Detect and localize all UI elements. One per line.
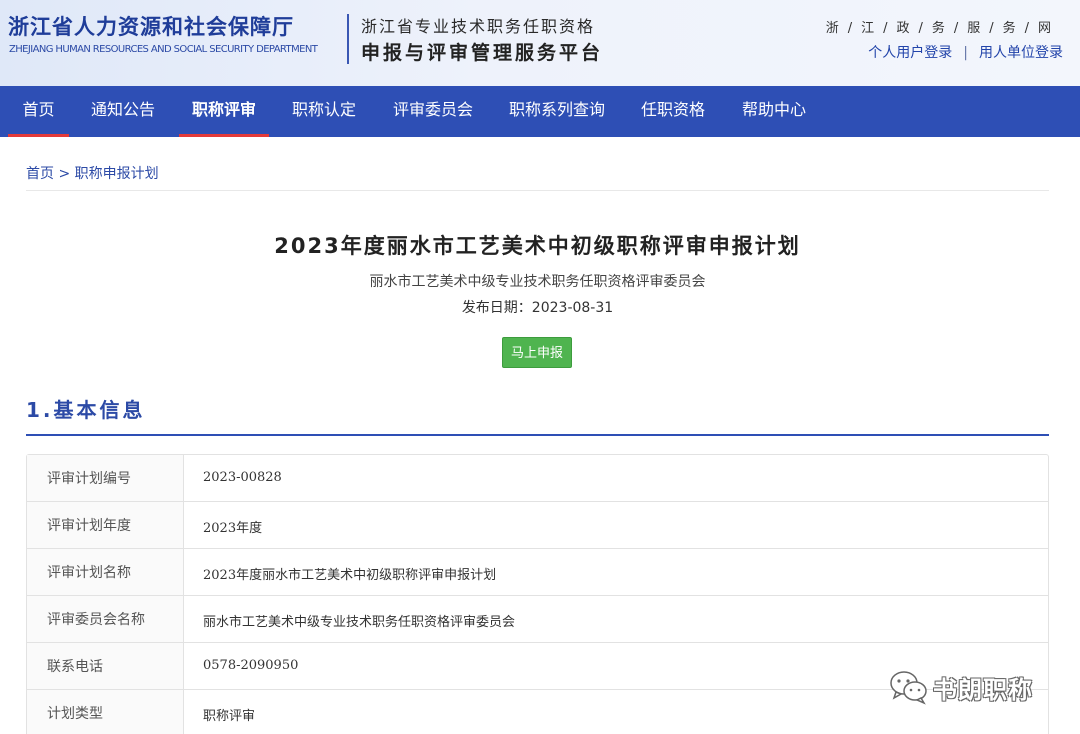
section-title-basic-info: 1.基本信息 xyxy=(26,398,146,422)
personal-login-link[interactable]: 个人用户登录 xyxy=(868,45,952,61)
apply-now-button[interactable]: 马上申报 xyxy=(502,337,572,368)
wechat-icon xyxy=(890,671,927,705)
row-label: 联系电话 xyxy=(27,643,184,689)
brand-subtitle-en: ZHEJIANG HUMAN RESOURCES AND SOCIAL SECU… xyxy=(9,44,318,55)
nav-item-notices[interactable]: 通知公告 xyxy=(84,86,162,137)
nav-item-title-recognition[interactable]: 职称认定 xyxy=(285,86,363,137)
platform-title: 申报与评审管理服务平台 xyxy=(361,42,604,64)
brand-title[interactable]: 浙江省人力资源和社会保障厅 xyxy=(8,11,294,41)
breadcrumb: 首页 > 职称申报计划 xyxy=(26,163,159,183)
row-value: 0578-2090950 xyxy=(203,658,299,673)
table-row: 评审计划名称 2023年度丽水市工艺美术中初级职称评审申报计划 xyxy=(27,549,1048,596)
page-title: 2023年度丽水市工艺美术中初级职称评审申报计划 xyxy=(274,234,801,258)
watermark-text: 书朗职称 xyxy=(933,675,1033,704)
breadcrumb-home-link[interactable]: 首页 xyxy=(26,166,54,182)
gov-service-link[interactable]: 浙/江/政/务/服/务/网 xyxy=(826,17,1060,36)
row-label: 评审计划年度 xyxy=(27,502,184,548)
row-value: 2023年度丽水市工艺美术中初级职称评审申报计划 xyxy=(203,568,497,583)
row-label: 评审计划名称 xyxy=(27,549,184,595)
nav-item-title-review[interactable]: 职称评审 xyxy=(179,86,269,137)
breadcrumb-separator: > xyxy=(54,166,75,182)
table-row: 评审计划编号 2023-00828 xyxy=(27,455,1048,502)
row-label: 评审计划编号 xyxy=(27,455,184,501)
main-nav: 首页 通知公告 职称评审 职称认定 评审委员会 职称系列查询 任职资格 帮助中心 xyxy=(0,86,1080,137)
table-row: 评审计划年度 2023年度 xyxy=(27,502,1048,549)
row-label: 评审委员会名称 xyxy=(27,596,184,642)
row-label: 计划类型 xyxy=(27,690,184,734)
table-row: 评审委员会名称 丽水市工艺美术中级专业技术职务任职资格评审委员会 xyxy=(27,596,1048,643)
nav-item-help-center[interactable]: 帮助中心 xyxy=(735,86,813,137)
employer-login-link[interactable]: 用人单位登录 xyxy=(979,45,1063,61)
site-header: 浙江省人力资源和社会保障厅 ZHEJIANG HUMAN RESOURCES A… xyxy=(0,0,1080,86)
committee-name: 丽水市工艺美术中级专业技术职务任职资格评审委员会 xyxy=(369,274,706,290)
nav-item-qualifications[interactable]: 任职资格 xyxy=(634,86,712,137)
row-value: 丽水市工艺美术中级专业技术职务任职资格评审委员会 xyxy=(203,615,516,630)
publish-date: 发布日期：2023-08-31 xyxy=(461,300,614,316)
row-value: 2023年度 xyxy=(203,521,263,536)
breadcrumb-divider xyxy=(26,190,1049,191)
platform-subtitle: 浙江省专业技术职务任职资格 xyxy=(361,17,596,36)
header-divider xyxy=(347,14,349,64)
nav-item-home[interactable]: 首页 xyxy=(8,86,69,137)
section-divider xyxy=(26,434,1049,436)
login-links: 个人用户登录 | 用人单位登录 xyxy=(868,42,1063,62)
row-value: 2023-00828 xyxy=(203,470,282,485)
nav-item-title-series-query[interactable]: 职称系列查询 xyxy=(502,86,612,137)
watermark: 书朗职称 xyxy=(889,667,1033,707)
row-value: 职称评审 xyxy=(203,709,256,724)
login-separator: | xyxy=(963,45,968,61)
breadcrumb-current[interactable]: 职称申报计划 xyxy=(75,166,159,182)
nav-item-review-committee[interactable]: 评审委员会 xyxy=(386,86,480,137)
